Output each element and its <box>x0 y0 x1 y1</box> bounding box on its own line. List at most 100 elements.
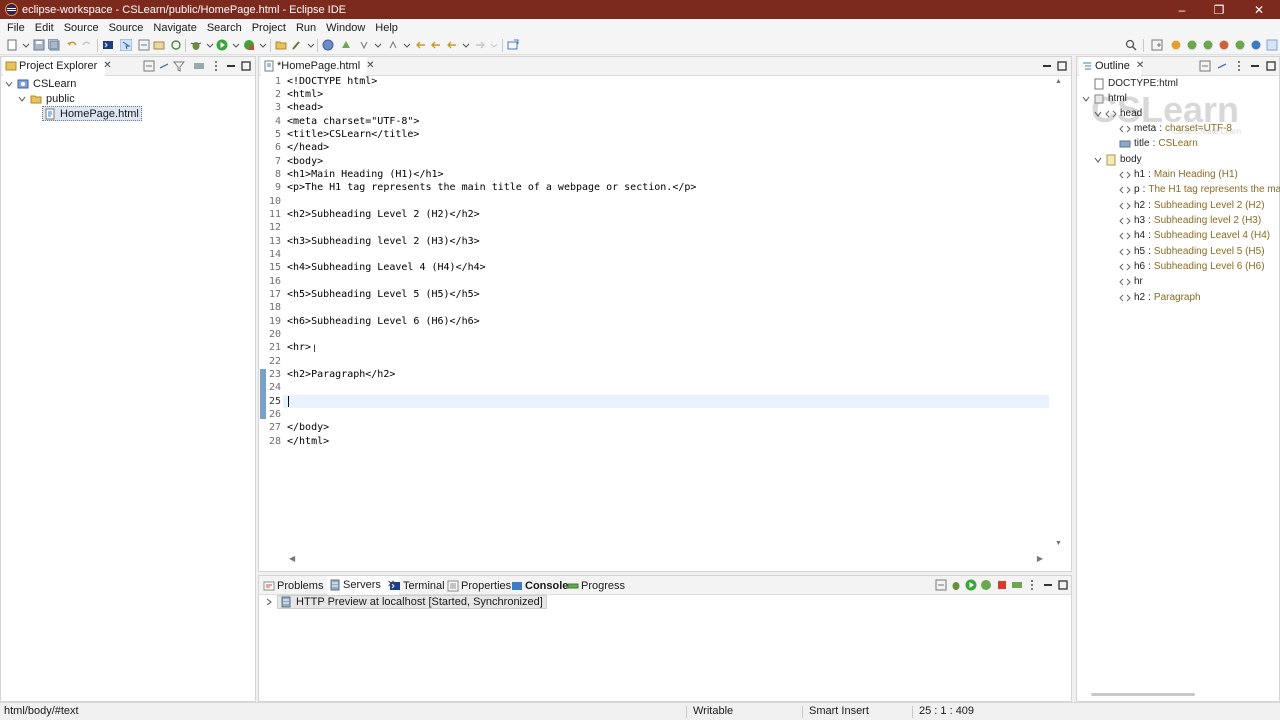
chevron-down-icon[interactable] <box>230 39 242 51</box>
menu-project[interactable]: Project <box>247 22 291 34</box>
outline-item-title[interactable]: title : CSLearn <box>1119 136 1198 151</box>
close-icon[interactable]: ✕ <box>103 60 111 71</box>
kebab-menu-icon[interactable] <box>210 60 222 72</box>
last-edit-icon[interactable] <box>415 39 427 51</box>
perspective-debug-icon[interactable] <box>1202 39 1214 51</box>
outline-item-h6[interactable]: h6: Subheading Level 6 (H6) <box>1119 259 1265 274</box>
run-icon[interactable] <box>216 39 228 51</box>
close-icon[interactable]: ✕ <box>366 60 374 71</box>
tab-homepage-html[interactable]: *HomePage.html ✕ <box>261 57 375 76</box>
outline-item-hr[interactable]: hr <box>1119 274 1143 289</box>
chevron-down-icon[interactable] <box>1093 110 1103 118</box>
chevron-down-icon[interactable] <box>257 39 269 51</box>
minimize-view-icon[interactable] <box>1041 60 1053 72</box>
tree-item-homepage-html[interactable]: HomePage.html <box>42 106 142 121</box>
save-icon[interactable] <box>33 39 45 51</box>
view-menu-icon[interactable] <box>193 60 205 72</box>
kebab-menu-icon[interactable] <box>1233 60 1245 72</box>
chevron-down-icon[interactable] <box>1081 95 1091 103</box>
debug-icon[interactable] <box>190 39 202 51</box>
link-editor-icon[interactable] <box>1216 60 1228 72</box>
menu-help[interactable]: Help <box>370 22 403 34</box>
new-icon[interactable] <box>6 39 18 51</box>
outline-item-h2[interactable]: h2: Subheading Level 2 (H2) <box>1119 198 1265 213</box>
collapse-all-icon[interactable] <box>1199 60 1211 72</box>
horizontal-scrollbar[interactable]: ◀ ▶ <box>283 554 1049 566</box>
publish-icon[interactable] <box>1011 579 1023 591</box>
back-arrow-icon[interactable] <box>446 39 458 51</box>
menu-run[interactable]: Run <box>291 22 321 34</box>
chevron-down-icon[interactable] <box>488 39 500 51</box>
globe-icon[interactable] <box>322 39 334 51</box>
code-editor[interactable]: 1 2 3 4 5 6 7 8 9 10 11 12 13 14 15 16 1… <box>259 76 1071 571</box>
tab-console[interactable]: Console <box>509 576 568 595</box>
kebab-menu-icon[interactable] <box>1026 579 1038 591</box>
maximize-view-icon[interactable] <box>1057 579 1069 591</box>
open-type-icon[interactable] <box>138 39 150 51</box>
menu-source[interactable]: Source <box>59 22 104 34</box>
link-editor-icon[interactable] <box>158 60 170 72</box>
perspective-web-icon[interactable] <box>1170 39 1182 51</box>
outline-item-h2-paragraph[interactable]: h2: Paragraph <box>1119 290 1201 305</box>
chevron-right-icon[interactable] <box>264 598 274 606</box>
save-all-icon[interactable] <box>48 39 60 51</box>
chevron-down-icon[interactable] <box>305 39 317 51</box>
refresh-icon[interactable] <box>170 39 182 51</box>
previous-annotation-icon[interactable] <box>387 39 399 51</box>
outline-item-p[interactable]: p: The H1 tag represents the main <box>1119 182 1280 197</box>
chevron-down-icon[interactable] <box>4 80 14 88</box>
outline-item-doctype[interactable]: DOCTYPE:html <box>1093 76 1178 91</box>
maximize-view-icon[interactable] <box>1265 60 1277 72</box>
server-entry-box[interactable]: HTTP Preview at localhost [Started, Sync… <box>277 594 547 609</box>
collapse-all-icon[interactable] <box>143 60 155 72</box>
scroll-right-icon[interactable]: ▶ <box>1037 554 1043 563</box>
minimize-button[interactable]: – <box>1163 0 1201 19</box>
perspective-javaee-icon[interactable] <box>1250 39 1262 51</box>
open-folder-icon[interactable] <box>275 39 287 51</box>
perspective-git-icon[interactable] <box>1218 39 1230 51</box>
menu-navigate[interactable]: Navigate <box>148 22 201 34</box>
undo-icon[interactable] <box>66 39 78 51</box>
minimize-view-icon[interactable] <box>225 60 237 72</box>
menu-source-2[interactable]: Source <box>104 22 149 34</box>
outline-item-h3[interactable]: h3: Subheading level 2 (H3) <box>1119 213 1261 228</box>
tab-project-explorer[interactable]: Project Explorer ✕ <box>3 57 112 76</box>
perspective-java-icon[interactable] <box>1186 39 1198 51</box>
scroll-up-icon[interactable]: ▲ <box>1055 78 1062 85</box>
pin-editor-icon[interactable] <box>507 39 519 51</box>
menu-file[interactable]: File <box>2 22 30 34</box>
profile-server-icon[interactable] <box>980 579 992 591</box>
coverage-icon[interactable] <box>243 39 255 51</box>
scroll-down-icon[interactable]: ▼ <box>1055 540 1062 547</box>
tab-outline[interactable]: Outline ✕ <box>1079 57 1144 76</box>
tab-problems[interactable]: Problems <box>261 576 323 595</box>
perspective-resource-icon[interactable] <box>1266 39 1278 51</box>
vertical-scrollbar[interactable]: ▲ ▼ <box>1053 76 1065 549</box>
close-icon[interactable]: ✕ <box>1136 60 1144 71</box>
open-perspective-icon[interactable] <box>1151 39 1163 51</box>
outline-item-h1[interactable]: h1: Main Heading (H1) <box>1119 167 1238 182</box>
server-entry[interactable]: HTTP Preview at localhost [Started, Sync… <box>264 594 547 609</box>
minimize-view-icon[interactable] <box>1249 60 1261 72</box>
minimize-view-icon[interactable] <box>1042 579 1054 591</box>
menu-window[interactable]: Window <box>321 22 370 34</box>
outline-item-h4[interactable]: h4: Subheading Leavel 4 (H4) <box>1119 228 1270 243</box>
search-icon[interactable] <box>1125 39 1137 51</box>
stop-server-icon[interactable] <box>996 579 1008 591</box>
chevron-down-icon[interactable] <box>20 39 32 51</box>
chevron-down-icon[interactable] <box>372 39 384 51</box>
maximize-view-icon[interactable] <box>1056 60 1068 72</box>
perspective-team-icon[interactable] <box>1234 39 1246 51</box>
outline-item-meta[interactable]: meta : charset=UTF-8 <box>1119 121 1232 136</box>
tree-item-public[interactable]: public <box>17 91 75 106</box>
select-mode-icon[interactable] <box>120 39 132 51</box>
tree-item-cslearn[interactable]: CSLearn <box>4 76 76 91</box>
outline-item-body[interactable]: body <box>1093 152 1142 167</box>
terminal-icon[interactable] <box>102 39 114 51</box>
redo-icon[interactable] <box>81 39 93 51</box>
back-icon[interactable] <box>430 39 442 51</box>
chevron-down-icon[interactable] <box>401 39 413 51</box>
chevron-down-icon[interactable] <box>204 39 216 51</box>
chevron-down-icon[interactable] <box>460 39 472 51</box>
collapse-all-icon[interactable] <box>935 579 947 591</box>
